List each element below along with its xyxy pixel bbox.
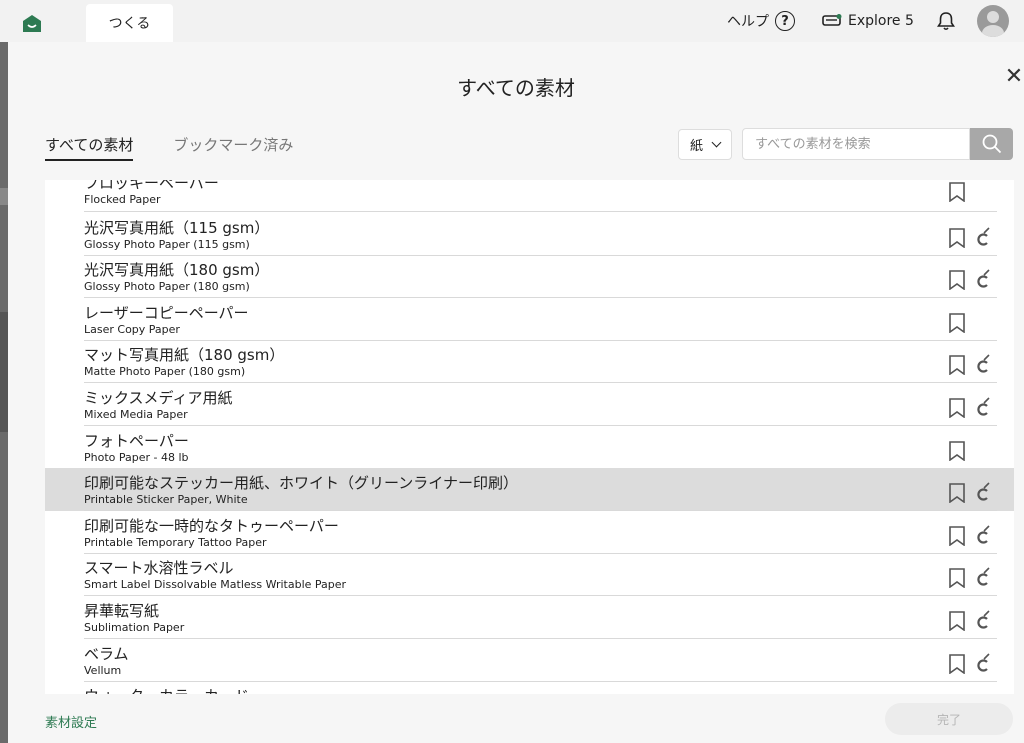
help-circle-icon: ? xyxy=(775,11,795,31)
bookmark-icon[interactable] xyxy=(948,227,966,249)
material-row[interactable]: ベラム Vellum xyxy=(45,639,1014,682)
material-name-jp: ベラム xyxy=(84,644,129,663)
material-row[interactable]: 光沢写真用紙（180 gsm） Glossy Photo Paper (180 g… xyxy=(45,255,1014,299)
material-row[interactable]: 昇華転写紙 Sublimation Paper xyxy=(45,596,1014,639)
material-settings-link[interactable]: 素材設定 xyxy=(45,712,97,731)
material-name-en: Sublimation Paper xyxy=(84,621,185,634)
bookmark-icon[interactable] xyxy=(948,525,966,547)
material-name-en: Printable Temporary Tattoo Paper xyxy=(84,535,267,549)
material-row[interactable]: フロッキーペーパー Flocked Paper xyxy=(45,180,1014,212)
material-name-jp: マット写真用紙（180 gsm） xyxy=(84,346,285,365)
material-row[interactable]: 印刷可能なステッカー用紙、ホワイト（グリーンライナー印刷） Printable S… xyxy=(45,468,1014,512)
material-name-jp: ミックスメディア用紙 xyxy=(84,389,233,407)
category-filter-select[interactable]: 紙 xyxy=(678,129,732,160)
material-row[interactable]: フォトペーパー Photo Paper - 48 lb xyxy=(45,426,1014,469)
materials-list: フロッキーペーパー Flocked Paper 光沢写真用紙（115 gsm） Glo… xyxy=(45,180,1014,695)
bookmark-icon[interactable] xyxy=(948,312,966,334)
material-row[interactable]: スマート水溶性ラベル Smart Label Dissolvable Matles… xyxy=(45,553,1014,597)
help-label: ヘルプ xyxy=(727,14,769,30)
bookmark-icon[interactable] xyxy=(948,568,966,589)
machine-icon xyxy=(822,14,842,28)
material-name-en: Vellum xyxy=(84,663,122,677)
material-name-en: Mixed Media Paper xyxy=(84,408,188,421)
dialog-title: すべての素材 xyxy=(457,76,575,100)
bookmark-icon[interactable] xyxy=(948,398,966,419)
bookmark-icon[interactable] xyxy=(948,355,966,376)
material-name-en: Photo Paper - 48 lb xyxy=(84,450,189,464)
calibration-icon xyxy=(975,226,991,248)
tab-all-materials[interactable]: すべての素材 xyxy=(45,134,134,161)
material-row[interactable]: ウォーターカラーカード xyxy=(45,681,1014,695)
calibration-icon xyxy=(975,652,991,674)
material-name-jp: レーザーコピーペーパー xyxy=(84,303,249,322)
material-name-en: Laser Copy Paper xyxy=(84,322,180,336)
help-menu[interactable]: ヘルプ ? xyxy=(727,0,795,42)
machine-selector[interactable]: Explore 5 xyxy=(822,0,914,42)
calibration-icon xyxy=(975,353,991,375)
calibration-icon xyxy=(975,524,991,546)
close-icon[interactable]: ✕ xyxy=(1004,66,1024,88)
avatar[interactable] xyxy=(977,5,1009,37)
bookmark-icon[interactable] xyxy=(948,440,966,462)
material-row[interactable]: マット写真用紙（180 gsm） Matte Photo Paper (180 g… xyxy=(45,340,1014,384)
material-name-en: Printable Sticker Paper, White xyxy=(84,493,248,507)
material-tabs: すべての素材 ブックマーク済み xyxy=(45,134,293,161)
calibration-icon xyxy=(975,268,991,290)
top-bar: つくる ヘルプ ? Explore 5 xyxy=(0,0,1024,42)
background-app-edge xyxy=(0,42,8,743)
material-name-jp: スマート水溶性ラベル xyxy=(84,559,234,578)
bookmark-icon[interactable] xyxy=(948,270,966,291)
search-button[interactable] xyxy=(970,128,1013,160)
calibration-icon xyxy=(975,481,991,503)
material-row[interactable]: 印刷可能な一時的なタトゥーペーパー Printable Temporary Tat… xyxy=(45,511,1014,554)
done-button[interactable]: 完了 xyxy=(885,703,1013,735)
material-name-en: Smart Label Dissolvable Matless Writable… xyxy=(84,578,347,592)
material-name-jp: 光沢写真用紙（115 gsm） xyxy=(84,218,270,237)
material-name-en: Glossy Photo Paper (180 gsm) xyxy=(84,280,250,294)
material-name-jp: フロッキーペーパー xyxy=(84,180,219,192)
material-name-jp: 光沢写真用紙（180 gsm） xyxy=(84,261,270,280)
tab-make[interactable]: つくる xyxy=(86,4,173,42)
home-button[interactable] xyxy=(20,12,44,34)
material-name-jp: 昇華転写紙 xyxy=(84,602,160,620)
material-row[interactable]: ミックスメディア用紙 Mixed Media Paper xyxy=(45,383,1014,426)
home-icon xyxy=(23,14,41,32)
bookmark-icon[interactable] xyxy=(948,611,966,632)
material-name-en: Flocked Paper xyxy=(84,193,161,206)
material-row[interactable]: レーザーコピーペーパー Laser Copy Paper xyxy=(45,298,1014,341)
chevron-down-icon xyxy=(711,137,722,148)
bookmark-icon[interactable] xyxy=(948,653,966,675)
bookmark-icon[interactable] xyxy=(948,483,966,504)
dialog-footer: 素材設定 完了 xyxy=(8,694,1024,743)
material-name-en: Glossy Photo Paper (115 gsm) xyxy=(84,237,250,251)
material-name-jp: フォトペーパー xyxy=(84,431,189,450)
search-input[interactable] xyxy=(742,128,970,160)
bookmark-icon[interactable] xyxy=(948,182,966,203)
material-name-jp: 印刷可能な一時的なタトゥーペーパー xyxy=(84,516,339,535)
material-name-en: Matte Photo Paper (180 gsm) xyxy=(84,365,246,379)
materials-dialog: すべての素材 ✕ すべての素材 ブックマーク済み 紙 フロッキーペーパーFloc… xyxy=(8,42,1024,743)
search-icon xyxy=(982,134,1001,154)
tab-bookmarked[interactable]: ブックマーク済み xyxy=(173,134,293,161)
calibration-icon xyxy=(975,609,991,631)
calibration-icon xyxy=(975,396,991,418)
category-filter-value: 紙 xyxy=(689,139,703,154)
notifications-button[interactable] xyxy=(936,0,956,42)
machine-label: Explore 5 xyxy=(848,13,914,29)
material-name-jp: 印刷可能なステッカー用紙、ホワイト（グリーンライナー印刷） xyxy=(84,474,518,493)
calibration-icon xyxy=(975,566,991,588)
material-row[interactable]: 光沢写真用紙（115 gsm） Glossy Photo Paper (115 g… xyxy=(45,213,1014,256)
bell-icon xyxy=(937,12,955,31)
